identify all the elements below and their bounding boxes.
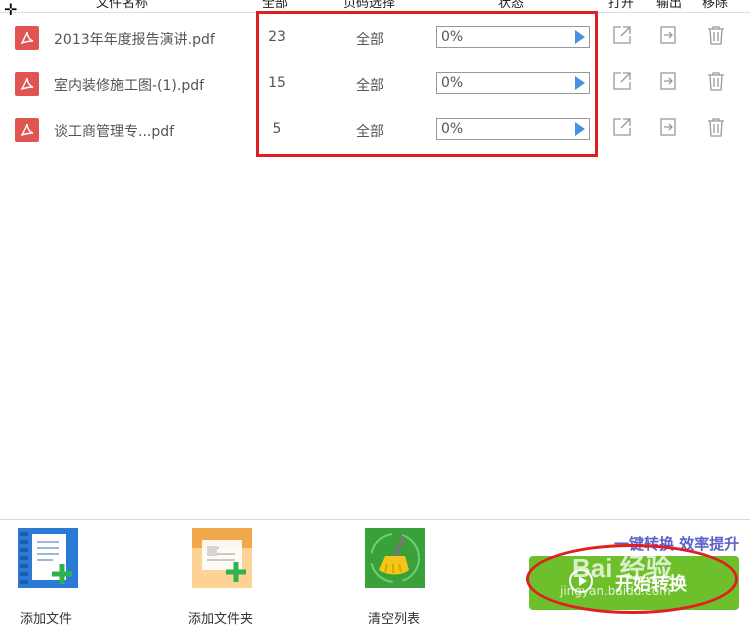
- add-folder-icon: [192, 528, 252, 588]
- file-name: 2013年年度报告演讲.pdf: [54, 32, 215, 48]
- column-header-status[interactable]: 状态: [498, 0, 524, 11]
- export-icon[interactable]: [657, 116, 679, 138]
- column-header-output: 输出: [656, 0, 683, 11]
- highlight-ellipse-annotation: [526, 544, 738, 614]
- column-header-pages[interactable]: 全部: [262, 0, 288, 11]
- file-name: 谈工商管理专...pdf: [54, 124, 175, 140]
- column-header-open: 打开: [608, 0, 635, 11]
- export-icon[interactable]: [657, 70, 679, 92]
- trash-icon[interactable]: [705, 70, 727, 92]
- open-external-icon[interactable]: [611, 70, 633, 92]
- file-name: 室内装修施工图-(1).pdf: [54, 78, 205, 94]
- pdf-file-icon: [15, 118, 39, 142]
- add-file-button[interactable]: 添加文件: [18, 528, 82, 628]
- broom-icon: [365, 528, 425, 588]
- trash-icon[interactable]: [705, 116, 727, 138]
- column-header-range[interactable]: 页码选择: [343, 0, 395, 11]
- add-file-label: 添加文件: [20, 612, 73, 627]
- open-external-icon[interactable]: [611, 116, 633, 138]
- move-cursor-icon: ✛: [4, 0, 18, 19]
- export-icon[interactable]: [657, 24, 679, 46]
- highlight-annotation: [256, 11, 598, 157]
- add-file-icon: [18, 528, 78, 588]
- clear-list-button[interactable]: 清空列表: [364, 528, 428, 628]
- add-folder-label: 添加文件夹: [188, 612, 254, 627]
- trash-icon[interactable]: [705, 24, 727, 46]
- pdf-file-icon: [15, 72, 39, 96]
- pdf-file-icon: [15, 26, 39, 50]
- column-header-remove: 移除: [702, 0, 729, 11]
- add-folder-button[interactable]: 添加文件夹: [188, 528, 261, 628]
- open-external-icon[interactable]: [611, 24, 633, 46]
- column-header-filename[interactable]: 文件名称: [96, 0, 148, 11]
- clear-list-label: 清空列表: [368, 612, 421, 627]
